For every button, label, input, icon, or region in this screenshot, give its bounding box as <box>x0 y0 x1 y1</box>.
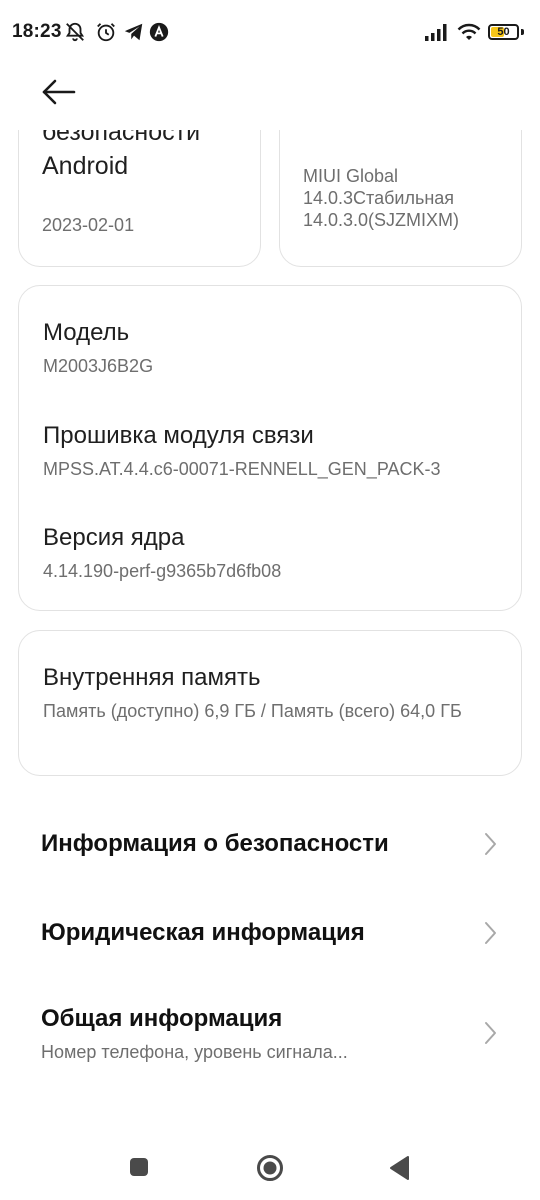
chevron-right-icon <box>485 1022 496 1044</box>
telegram-icon <box>124 23 143 41</box>
battery-nub <box>521 29 524 35</box>
system-back-button[interactable] <box>388 1155 412 1181</box>
menu-item-title: Юридическая информация <box>41 919 365 946</box>
notifications-off-icon <box>65 22 85 42</box>
signal-icon <box>425 24 447 41</box>
security-update-date: 2023-02-01 <box>42 215 135 235</box>
model-value: M2003J6B2G <box>43 356 154 376</box>
menu-item-title: Общая информация <box>41 1005 283 1032</box>
menu-item-general-info[interactable]: Общая информация Номер телефона, уровень… <box>0 990 540 1080</box>
baseband-value: MPSS.AT.4.4.c6-00071-RENNELL_GEN_PACK-3 <box>43 459 441 479</box>
kernel-value: 4.14.190-perf-g9365b7d6fb08 <box>43 561 282 581</box>
status-bar: 18:23 50 <box>0 0 540 66</box>
back-triangle-icon <box>390 1156 409 1180</box>
storage-value: Память (доступно) 6,9 ГБ / Память (всего… <box>43 701 462 721</box>
kernel-label: Версия ядра <box>43 524 185 551</box>
navigation-bar <box>0 1130 540 1200</box>
menu-item-subtitle: Номер телефона, уровень сигнала... <box>41 1042 348 1062</box>
wifi-icon <box>457 23 481 40</box>
menu-item-legal-info[interactable]: Юридическая информация <box>0 900 540 970</box>
chevron-right-icon <box>485 922 496 944</box>
home-circle-icon <box>257 1155 283 1181</box>
recents-button[interactable] <box>128 1156 150 1178</box>
arrow-left-icon <box>42 79 76 105</box>
home-button[interactable] <box>256 1154 284 1182</box>
security-update-card[interactable]: безопасности Android 2023-02-01 <box>18 130 261 267</box>
battery-level-text: 50 <box>497 26 510 38</box>
miui-version-line: MIUI Global <box>303 166 399 186</box>
alarm-icon <box>97 23 115 42</box>
miui-version-line: 14.0.3.0(SJZMIXM) <box>303 210 460 230</box>
status-time: 18:23 <box>12 21 62 42</box>
security-update-title-line1: безопасности <box>42 130 201 146</box>
miui-version-card[interactable]: MIUI Global 14.0.3Стабильная 14.0.3.0(SJ… <box>279 130 522 267</box>
miui-version-text: MIUI Global 14.0.3Стабильная 14.0.3.0(SJ… <box>303 165 518 231</box>
miui-version-line: 14.0.3Стабильная <box>303 188 455 208</box>
device-info-card: Модель M2003J6B2G Прошивка модуля связи … <box>18 285 522 611</box>
menu-item-title: Информация о безопасности <box>41 830 389 857</box>
back-button[interactable] <box>36 72 82 112</box>
model-label: Модель <box>43 319 130 346</box>
baseband-label: Прошивка модуля связи <box>43 422 314 449</box>
battery-icon: 50 <box>488 24 519 40</box>
storage-label: Внутренняя память <box>43 664 261 691</box>
storage-card[interactable]: Внутренняя память Память (доступно) 6,9 … <box>18 630 522 776</box>
chevron-right-icon <box>485 833 496 855</box>
menu-item-security-info[interactable]: Информация о безопасности <box>0 810 540 880</box>
vpn-icon <box>149 22 169 42</box>
security-update-title-line2: Android <box>42 152 129 180</box>
content-scroll-area[interactable]: безопасности Android 2023-02-01 MIUI Glo… <box>0 130 540 1200</box>
recents-square-icon <box>130 1158 148 1176</box>
